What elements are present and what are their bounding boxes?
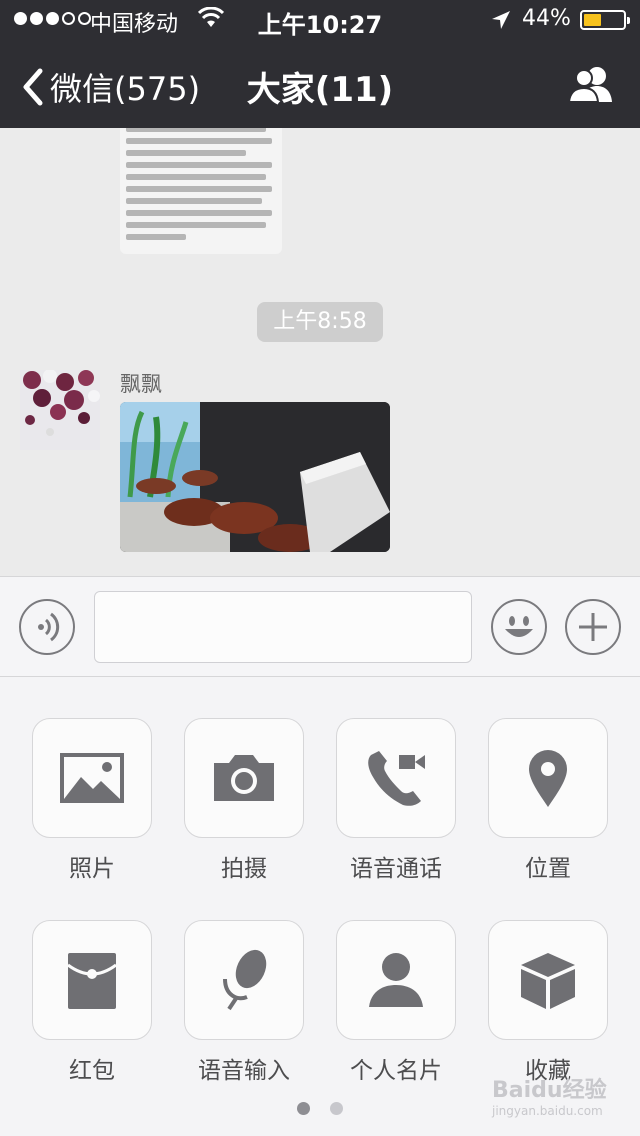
chat-title: 大家(11)	[246, 70, 394, 110]
red-packet-label: 红包	[69, 1058, 115, 1084]
voice-call-label: 语音通话	[350, 856, 442, 882]
watermark: Baidu经验	[492, 1078, 607, 1103]
camera-button[interactable]	[184, 718, 304, 838]
battery-icon	[580, 10, 630, 30]
location-label: 位置	[525, 856, 571, 882]
avatar[interactable]	[20, 370, 100, 450]
watermark-url: jingyan.baidu.com	[492, 1104, 603, 1118]
location-button[interactable]	[488, 718, 608, 838]
plus-icon	[579, 613, 607, 641]
message-input[interactable]	[94, 591, 472, 663]
status-bar: 中国移动 上午10:27 44%	[0, 0, 640, 40]
page-indicator-2[interactable]	[330, 1102, 343, 1115]
contact-card-icon	[369, 953, 423, 1007]
group-members-icon[interactable]	[566, 64, 616, 104]
microphone-icon	[223, 949, 267, 1011]
voice-input-button[interactable]	[184, 920, 304, 1040]
image-message[interactable]	[120, 402, 390, 552]
favorites-icon	[521, 953, 575, 1009]
chat-area[interactable]: 上午8:58 飘飘	[0, 128, 640, 576]
location-icon	[529, 750, 567, 807]
emoji-icon	[505, 616, 533, 637]
function-panel: 照片 拍摄 语音通话 位置 红包 语音输入 个人名片 收藏	[0, 677, 640, 1136]
location-services-icon	[492, 11, 510, 29]
previous-image-message[interactable]	[120, 128, 282, 254]
contact-card-button[interactable]	[336, 920, 456, 1040]
top-bar: 中国移动 上午10:27 44% 微信(575) 大家(11)	[0, 0, 640, 128]
voice-mode-icon	[38, 612, 60, 642]
navigation-bar: 微信(575) 大家(11)	[0, 40, 640, 128]
contact-card-label: 个人名片	[350, 1058, 442, 1084]
red-packet-icon	[67, 953, 117, 1009]
favorites-button[interactable]	[488, 920, 608, 1040]
photo-icon	[60, 753, 124, 803]
camera-label: 拍摄	[221, 856, 267, 882]
voice-call-button[interactable]	[336, 718, 456, 838]
voice-call-icon	[368, 751, 425, 806]
photo-label: 照片	[69, 856, 115, 882]
battery-percent: 44%	[522, 6, 571, 31]
page-indicator-1[interactable]	[297, 1102, 310, 1115]
more-button[interactable]	[565, 599, 621, 655]
voice-input-label: 语音输入	[198, 1058, 290, 1084]
red-packet-button[interactable]	[32, 920, 152, 1040]
camera-icon	[214, 755, 274, 801]
message-timestamp: 上午8:58	[257, 302, 383, 342]
input-bar	[0, 576, 640, 677]
battery-level-fill	[584, 14, 601, 26]
emoji-button[interactable]	[491, 599, 547, 655]
photo-button[interactable]	[32, 718, 152, 838]
voice-mode-button[interactable]	[19, 599, 75, 655]
sender-name: 飘飘	[120, 372, 162, 396]
